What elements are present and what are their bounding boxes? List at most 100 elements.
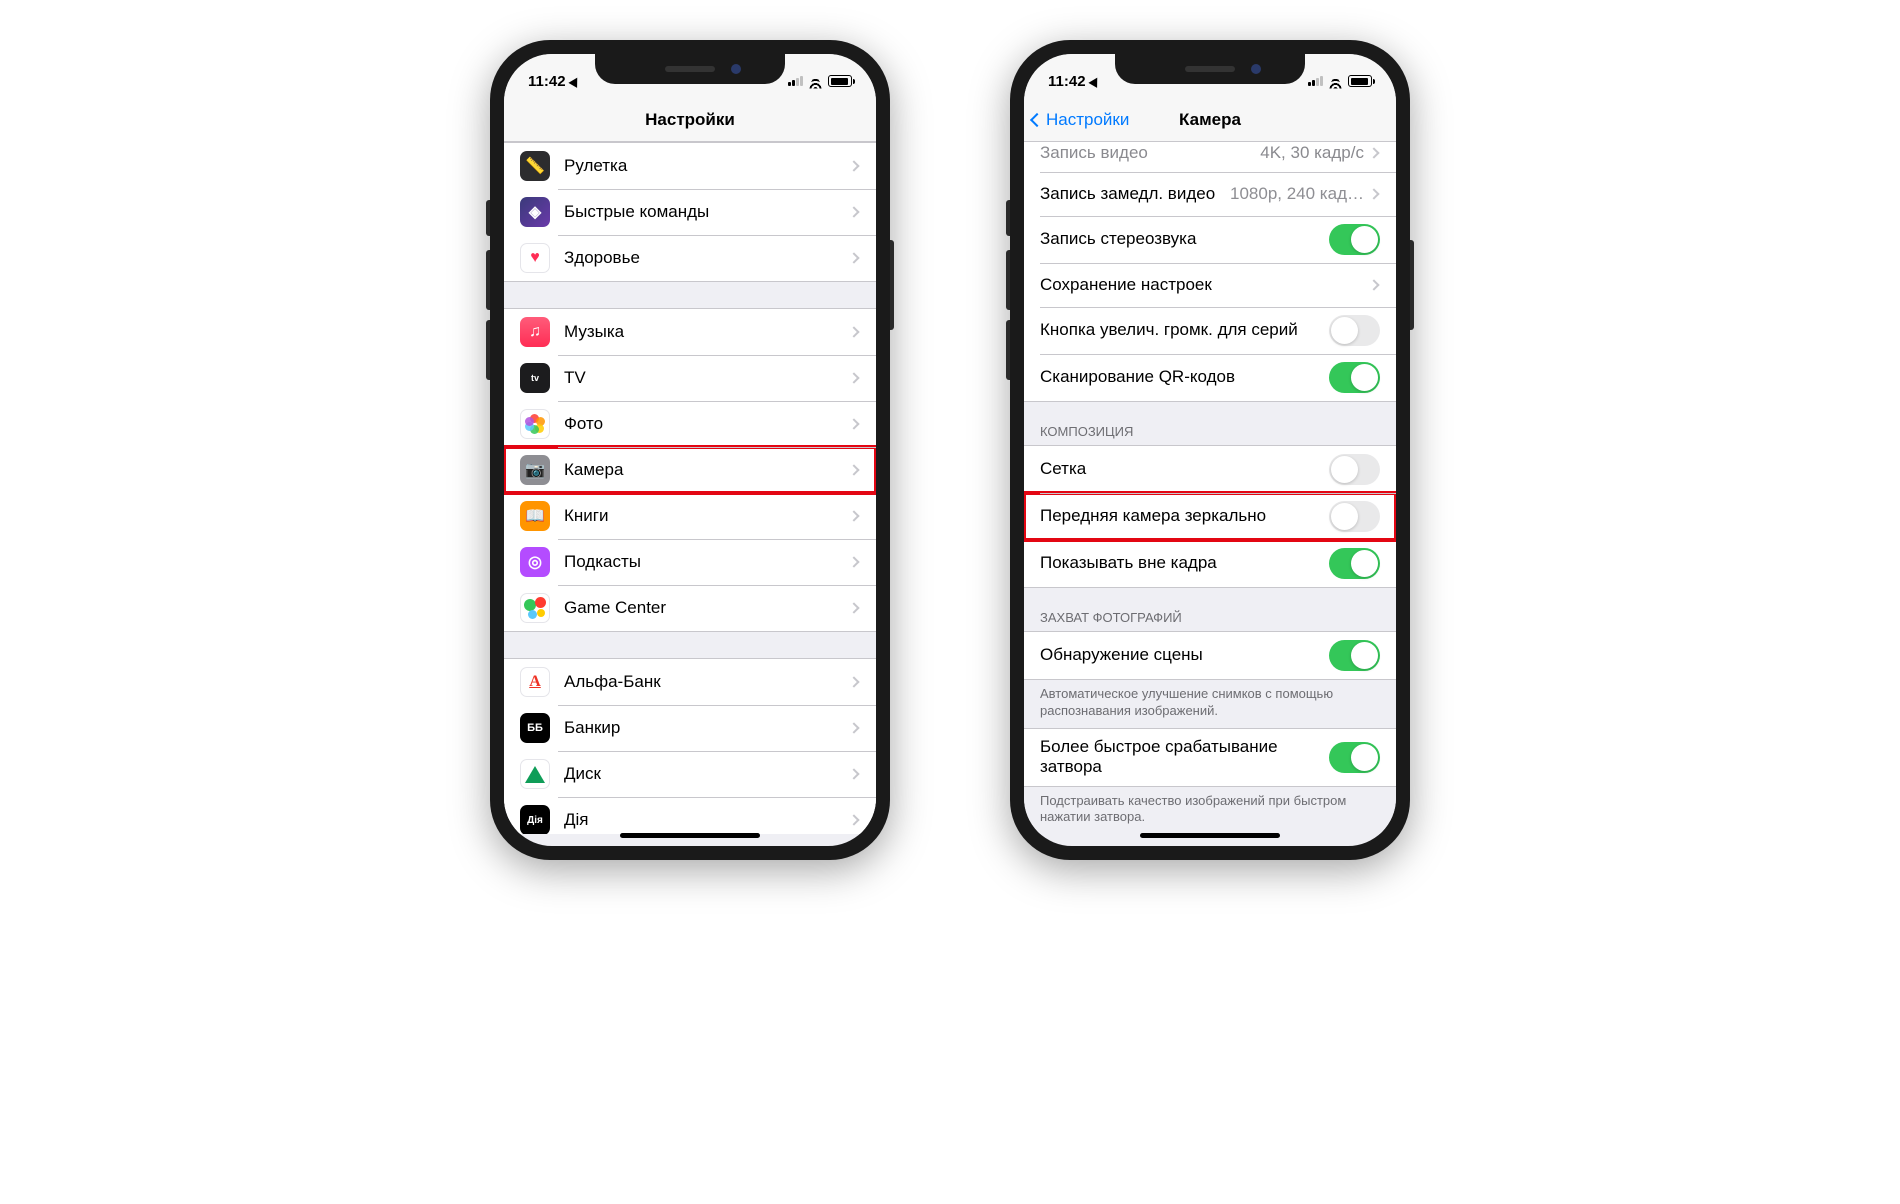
row-label: Сетка bbox=[1040, 459, 1329, 479]
chevron-right-icon bbox=[848, 372, 859, 383]
chevron-right-icon bbox=[848, 722, 859, 733]
settings-row-podcasts[interactable]: ◎ Подкасты bbox=[504, 539, 876, 585]
books-icon: 📖 bbox=[520, 501, 550, 531]
row-scene-detect[interactable]: Обнаружение сцены bbox=[1024, 632, 1396, 679]
settings-group: A Альфа-Банк ББ Банкир Диск Дія Дія bbox=[504, 658, 876, 834]
notch bbox=[595, 54, 785, 84]
health-icon: ♥ bbox=[520, 243, 550, 273]
row-label: Обнаружение сцены bbox=[1040, 645, 1329, 665]
settings-row-tv[interactable]: tv TV bbox=[504, 355, 876, 401]
row-label: Сохранение настроек bbox=[1040, 275, 1370, 295]
settings-row-health[interactable]: ♥ Здоровье bbox=[504, 235, 876, 281]
row-label: Запись замедл. видео bbox=[1040, 184, 1230, 204]
settings-row-bankir[interactable]: ББ Банкир bbox=[504, 705, 876, 751]
nav-header: Настройки Камера bbox=[1024, 98, 1396, 142]
row-label: Дія bbox=[564, 810, 850, 830]
wifi-icon bbox=[808, 74, 823, 89]
row-label: Рулетка bbox=[564, 156, 850, 176]
home-indicator[interactable] bbox=[1140, 833, 1280, 838]
diia-icon: Дія bbox=[520, 805, 550, 834]
toggle-switch[interactable] bbox=[1329, 501, 1380, 532]
chevron-right-icon bbox=[848, 160, 859, 171]
photos-icon bbox=[520, 409, 550, 439]
camera-group-video: Запись видео 4K, 30 кадр/с Запись замедл… bbox=[1024, 142, 1396, 402]
settings-row-alfa[interactable]: A Альфа-Банк bbox=[504, 659, 876, 705]
notch bbox=[1115, 54, 1305, 84]
row-preserve[interactable]: Сохранение настроек bbox=[1024, 263, 1396, 307]
chevron-right-icon bbox=[848, 206, 859, 217]
ruler-icon: 📏 bbox=[520, 151, 550, 181]
disk-icon bbox=[520, 759, 550, 789]
toggle-switch[interactable] bbox=[1329, 742, 1380, 773]
page-title: Камера bbox=[1179, 110, 1241, 130]
nav-header: Настройки bbox=[504, 98, 876, 142]
settings-row-camera[interactable]: 📷 Камера bbox=[504, 447, 876, 493]
bankir-icon: ББ bbox=[520, 713, 550, 743]
nav-back-button[interactable]: Настройки bbox=[1032, 110, 1129, 130]
toggle-switch[interactable] bbox=[1329, 315, 1380, 346]
chevron-right-icon bbox=[848, 556, 859, 567]
row-record-video[interactable]: Запись видео 4K, 30 кадр/с bbox=[1024, 142, 1396, 172]
section-footer: Подстраивать качество изображений при бы… bbox=[1024, 787, 1396, 834]
chevron-right-icon bbox=[848, 814, 859, 825]
section-header-capture: ЗАХВАТ ФОТОГРАФИЙ bbox=[1024, 588, 1396, 631]
row-label: Музыка bbox=[564, 322, 850, 342]
toggle-switch[interactable] bbox=[1329, 548, 1380, 579]
location-icon bbox=[1088, 75, 1101, 88]
nav-back-label: Настройки bbox=[1046, 110, 1129, 130]
settings-row-disk[interactable]: Диск bbox=[504, 751, 876, 797]
row-faster-shutter[interactable]: Более быстрое срабатывание затвора bbox=[1024, 729, 1396, 786]
toggle-switch[interactable] bbox=[1329, 224, 1380, 255]
status-time: 11:42 bbox=[1048, 73, 1086, 90]
settings-row-music[interactable]: ♫ Музыка bbox=[504, 309, 876, 355]
settings-row-photos[interactable]: Фото bbox=[504, 401, 876, 447]
toggle-switch[interactable] bbox=[1329, 454, 1380, 485]
row-label: Сканирование QR-кодов bbox=[1040, 367, 1329, 387]
chevron-right-icon bbox=[848, 510, 859, 521]
chevron-right-icon bbox=[1368, 188, 1379, 199]
chevron-right-icon bbox=[848, 768, 859, 779]
gamecenter-icon bbox=[520, 593, 550, 623]
chevron-right-icon bbox=[1368, 147, 1379, 158]
row-stereo[interactable]: Запись стереозвука bbox=[1024, 216, 1396, 263]
settings-row-diia[interactable]: Дія Дія bbox=[504, 797, 876, 834]
settings-row-gamecenter[interactable]: Game Center bbox=[504, 585, 876, 631]
row-label: Альфа-Банк bbox=[564, 672, 850, 692]
chevron-right-icon bbox=[848, 676, 859, 687]
row-outside-frame[interactable]: Показывать вне кадра bbox=[1024, 540, 1396, 587]
row-label: Запись видео bbox=[1040, 143, 1260, 163]
settings-row-ruler[interactable]: 📏 Рулетка bbox=[504, 143, 876, 189]
cellular-signal-icon bbox=[1308, 76, 1323, 86]
location-icon bbox=[568, 75, 581, 88]
chevron-right-icon bbox=[848, 464, 859, 475]
row-label: Кнопка увелич. громк. для серий bbox=[1040, 320, 1329, 340]
row-qr[interactable]: Сканирование QR-кодов bbox=[1024, 354, 1396, 401]
settings-group: 📏 Рулетка ◈ Быстрые команды ♥ Здоровье bbox=[504, 142, 876, 282]
row-mirror-front[interactable]: Передняя камера зеркально bbox=[1024, 493, 1396, 540]
camera-group-capture1: Обнаружение сцены bbox=[1024, 631, 1396, 680]
home-indicator[interactable] bbox=[620, 833, 760, 838]
status-time: 11:42 bbox=[528, 73, 566, 90]
shortcuts-icon: ◈ bbox=[520, 197, 550, 227]
row-label: Быстрые команды bbox=[564, 202, 850, 222]
chevron-right-icon bbox=[848, 602, 859, 613]
section-header-composition: КОМПОЗИЦИЯ bbox=[1024, 402, 1396, 445]
row-grid[interactable]: Сетка bbox=[1024, 446, 1396, 493]
chevron-right-icon bbox=[1368, 279, 1379, 290]
row-label: Здоровье bbox=[564, 248, 850, 268]
cellular-signal-icon bbox=[788, 76, 803, 86]
music-icon: ♫ bbox=[520, 317, 550, 347]
toggle-switch[interactable] bbox=[1329, 362, 1380, 393]
row-slomo[interactable]: Запись замедл. видео 1080p, 240 кад… bbox=[1024, 172, 1396, 216]
settings-group: ♫ Музыка tv TV bbox=[504, 308, 876, 632]
settings-row-shortcuts[interactable]: ◈ Быстрые команды bbox=[504, 189, 876, 235]
row-value: 1080p, 240 кад… bbox=[1230, 184, 1364, 204]
phone-mockup-camera: 11:42 Настройки Камера Запись видео 4K, … bbox=[1010, 40, 1410, 860]
toggle-switch[interactable] bbox=[1329, 640, 1380, 671]
chevron-left-icon bbox=[1030, 112, 1044, 126]
row-volume-burst[interactable]: Кнопка увелич. громк. для серий bbox=[1024, 307, 1396, 354]
tv-icon: tv bbox=[520, 363, 550, 393]
row-label: Передняя камера зеркально bbox=[1040, 506, 1329, 526]
settings-row-books[interactable]: 📖 Книги bbox=[504, 493, 876, 539]
row-label: Более быстрое срабатывание затвора bbox=[1040, 737, 1329, 778]
